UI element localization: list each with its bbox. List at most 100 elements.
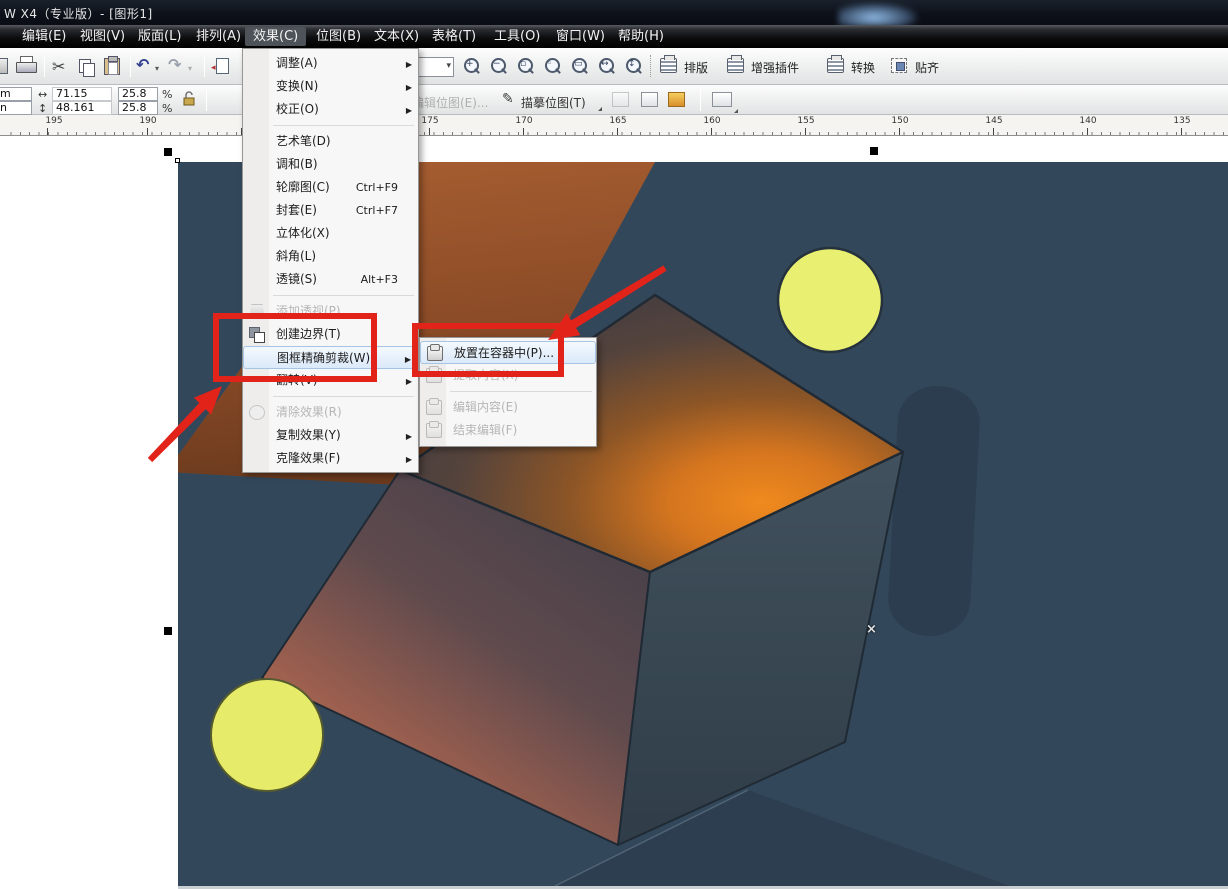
powerclip-submenu-label-3: 结束编辑(F) [453,419,517,442]
docker-button-3[interactable]: 贴齐 [915,59,939,76]
effects-menu-label-7: 立体化(X) [276,222,330,245]
object-x-field[interactable]: m [0,87,32,101]
selection-anchor-node[interactable] [175,158,180,163]
effects-menu-label-0: 调整(A) [276,52,318,75]
redo-icon[interactable]: ↷ [168,55,181,74]
trace-dropdown-icon[interactable] [598,107,602,111]
scale-x-field[interactable]: 25.8 [118,87,158,101]
zoom-tool-icon-6[interactable]: ↕ [624,57,644,77]
drawing-canvas[interactable]: × [0,136,1228,889]
selection-handle-middle-left[interactable] [164,627,172,635]
docker-button-0[interactable]: 排版 [684,59,708,76]
effects-menu-item-4[interactable]: 调和(B) [243,153,418,176]
undo-dropdown-icon[interactable]: ▾ [155,64,159,73]
scale-y-field[interactable]: 25.8 [118,101,158,115]
ruler-label-150: 150 [891,116,908,126]
shortcut-label: Alt+F3 [361,268,398,291]
object-y-field[interactable]: n [0,101,32,115]
toolbar-separator [700,89,701,111]
wrap-text-icon[interactable] [712,92,732,107]
effects-menu-item-2[interactable]: 校正(O)▶ [243,98,418,121]
ruler-label-140: 140 [1079,116,1096,126]
cut-icon[interactable]: ✂ [52,57,65,76]
box-icon [426,400,442,415]
ruler-label-170: 170 [515,116,532,126]
powerclip-submenu-item-2[interactable]: 编辑内容(E) [420,396,596,419]
menubar-item-2[interactable]: 版面(L) [130,27,189,46]
bitmap-mode-icon[interactable] [641,92,658,107]
menubar-item-7[interactable]: 表格(T) [424,27,484,46]
powerclip-submenu-item-3[interactable]: 结束编辑(F) [420,419,596,442]
undo-icon[interactable]: ↶ [136,55,149,74]
menubar-item-1[interactable]: 视图(V) [72,27,133,46]
width-arrows-icon: ↔ [38,88,47,101]
effects-menu-label-16: 克隆效果(F) [276,447,340,470]
toolbar-separator [130,55,131,77]
effects-menu-item-16[interactable]: 克隆效果(F)▶ [243,447,418,470]
effects-menu-item-5[interactable]: 轮廓图(C) Ctrl+F9 [243,176,418,199]
ruler-label-165: 165 [609,116,626,126]
effects-menu-item-0[interactable]: 调整(A)▶ [243,52,418,75]
image-adjustment-icon[interactable] [668,92,685,107]
print-icon[interactable] [16,61,36,73]
menubar-item-5[interactable]: 位图(B) [308,27,369,46]
menubar-item-10[interactable]: 帮助(H) [610,27,672,46]
zoom-tool-icon-2[interactable]: ▫ [516,57,536,77]
menubar-item-0[interactable]: 编辑(E) [14,27,74,46]
zoom-tool-icon-3[interactable]: ◦ [543,57,563,77]
annotation-rect-menu [213,313,377,382]
paste-icon[interactable] [104,58,120,75]
effects-menu-item-3[interactable]: 艺术笔(D) [243,130,418,153]
title-logo-blur [838,3,918,27]
menubar-item-8[interactable]: 工具(O) [486,27,548,46]
percent-label-2: % [162,102,172,115]
effects-menu-item-8[interactable]: 斜角(L) [243,245,418,268]
import-icon[interactable] [216,58,229,74]
toolbar-separator [206,89,207,111]
application-window: W X4（专业版）- [图形1] 编辑(E)视图(V)版面(L)排列(A)效果(… [0,0,1228,889]
effects-menu-label-5: 轮廓图(C) [276,176,330,199]
title-bar[interactable]: W X4（专业版）- [图形1] [0,0,1228,25]
effects-menu-item-1[interactable]: 变换(N)▶ [243,75,418,98]
effects-menu-item-7[interactable]: 立体化(X) [243,222,418,245]
yellow-circle-top [778,248,882,352]
selection-handle-top-middle[interactable] [870,147,878,155]
object-width-field[interactable]: 71.15 mm [52,87,112,101]
zoom-tool-icon-0[interactable]: + [462,57,482,77]
docker-button-1[interactable]: 增强插件 [751,59,799,76]
selection-handle-top-left[interactable] [164,148,172,156]
toolbar-separator [204,55,205,77]
shortcut-label: Ctrl+F9 [356,176,398,199]
menubar-item-6[interactable]: 文本(X) [366,27,427,46]
effects-menu-label-3: 艺术笔(D) [276,130,331,153]
effects-menu-item-9[interactable]: 透镜(S) Alt+F3 [243,268,418,291]
zoom-level-combobox[interactable] [418,57,454,77]
effects-menu-item-14[interactable]: 清除效果(R) [243,401,418,424]
copy-icon[interactable] [78,59,96,75]
trace-bitmap-button[interactable]: 描摹位图(T) [521,94,586,111]
object-height-field[interactable]: 48.161 mm [52,101,112,115]
menubar-item-4[interactable]: 效果(C) [245,27,306,46]
effects-menu-item-15[interactable]: 复制效果(Y)▶ [243,424,418,447]
menubar-item-3[interactable]: 排列(A) [188,27,249,46]
redo-dropdown-icon[interactable]: ▾ [188,64,192,73]
shortcut-label: Ctrl+F7 [356,199,398,222]
window-title: W X4（专业版）- [图形1] [4,5,153,22]
scale-lock-icon[interactable] [182,91,196,107]
edit-bitmap-button[interactable]: 编辑位图(E)... [412,94,488,111]
zoom-tool-icon-4[interactable]: ▭ [570,57,590,77]
selection-center-mark[interactable]: × [866,622,877,637]
effects-menu-item-6[interactable]: 封套(E) Ctrl+F7 [243,199,418,222]
zoom-tool-icon-1[interactable]: − [489,57,509,77]
snap-icon [891,58,907,73]
horizontal-ruler[interactable]: 195190175170165160155150145140135130 [0,115,1228,136]
wrap-dropdown-icon[interactable] [734,109,738,113]
resample-bitmap-icon[interactable] [612,92,629,107]
menubar-item-9[interactable]: 窗口(W) [548,27,613,46]
effects-menu-label-6: 封套(E) [276,199,317,222]
effects-menu-label-14: 清除效果(R) [276,401,342,424]
zoom-tool-icon-5[interactable]: ↔ [597,57,617,77]
docker-button-2[interactable]: 转换 [851,59,875,76]
effects-menu-label-9: 透镜(S) [276,268,317,291]
clipped-icon[interactable] [0,58,8,74]
